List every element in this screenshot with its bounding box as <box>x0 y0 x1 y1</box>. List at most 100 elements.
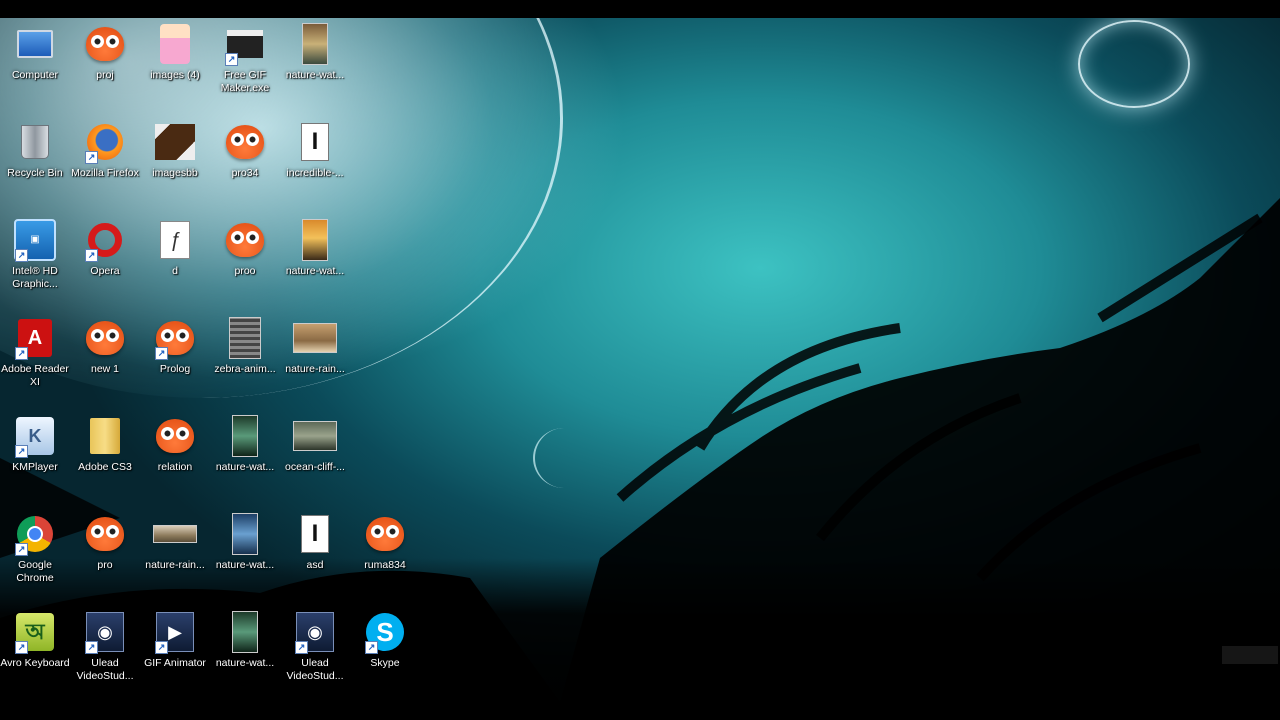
desktop-icon-label: nature-wat... <box>215 657 275 669</box>
shortcut-arrow-icon: ↗ <box>85 151 98 164</box>
desktop-icon-nature-rain-2[interactable]: nature-rain... <box>140 512 210 572</box>
shortcut-arrow-icon: ↗ <box>15 641 28 654</box>
desktop-icon-label: pro <box>97 559 113 571</box>
desktop-icon-ulead-videostudio-2[interactable]: ◉ ↗ Ulead VideoStud... <box>280 610 350 683</box>
desktop-icon-label: nature-wat... <box>215 559 275 571</box>
flash-file-icon: ƒ <box>160 221 190 259</box>
desktop-icon-label: Intel® HD Graphic... <box>12 265 58 290</box>
desktop-icon-intel-hd-graphics[interactable]: ▣ ↗ Intel® HD Graphic... <box>0 218 70 291</box>
desktop-icon-nature-wat-4[interactable]: nature-wat... <box>210 512 280 572</box>
desktop-icon-pro[interactable]: pro <box>70 512 140 572</box>
desktop-icon-label: Mozilla Firefox <box>71 167 139 179</box>
shortcut-arrow-icon: ↗ <box>15 543 28 556</box>
desktop-icon-label: nature-rain... <box>145 559 205 571</box>
desktop-icon-computer[interactable]: Computer <box>0 22 70 82</box>
desktop-icon-ulead-videostudio-1[interactable]: ◉ ↗ Ulead VideoStud... <box>70 610 140 683</box>
desktop-icon-relation[interactable]: relation <box>140 414 210 474</box>
owl-app-icon <box>156 419 194 453</box>
computer-icon <box>17 30 53 58</box>
desktop-icon-label: Prolog <box>159 363 191 375</box>
desktop-icon-label: nature-wat... <box>285 265 345 277</box>
desktop-icon-free-gif-maker[interactable]: ↗ Free GIF Maker.exe <box>210 22 280 95</box>
desktop-icon-label: pro34 <box>231 167 259 179</box>
desktop-icon-skype[interactable]: S ↗ Skype <box>350 610 420 670</box>
desktop-icon-label: nature-wat... <box>215 461 275 473</box>
desktop-icon-label: nature-wat... <box>285 69 345 81</box>
desktop-icon-imagesbb[interactable]: imagesbb <box>140 120 210 180</box>
desktop-icon-nature-wat-1[interactable]: nature-wat... <box>280 22 350 82</box>
desktop-icon-prolog[interactable]: ↗ Prolog <box>140 316 210 376</box>
desktop-icon-asd[interactable]: I asd <box>280 512 350 572</box>
desktop-icon-label: Ulead VideoStud... <box>286 657 344 682</box>
document-icon: I <box>301 515 329 553</box>
image-file-icon <box>153 525 197 543</box>
desktop-icon-avro-keyboard[interactable]: অ ↗ Avro Keyboard <box>0 610 70 670</box>
image-file-icon <box>232 513 258 555</box>
owl-app-icon <box>226 125 264 159</box>
corner-watermark <box>1222 646 1278 664</box>
desktop-icon-label: KMPlayer <box>12 461 58 473</box>
owl-app-icon <box>226 223 264 257</box>
folder-icon <box>90 418 120 454</box>
owl-app-icon <box>366 517 404 551</box>
desktop-icon-label: Free GIF Maker.exe <box>220 69 270 94</box>
desktop-icon-pro34[interactable]: pro34 <box>210 120 280 180</box>
desktop-icon-new-1[interactable]: new 1 <box>70 316 140 376</box>
desktop-icon-images-4[interactable]: images (4) <box>140 22 210 82</box>
desktop-icon-label: incredible-... <box>286 167 344 179</box>
desktop-icon-label: Adobe CS3 <box>78 461 132 473</box>
desktop-icon-incredible[interactable]: I incredible-... <box>280 120 350 180</box>
desktop-icon-kmplayer[interactable]: K ↗ KMPlayer <box>0 414 70 474</box>
desktop-icon-label: asd <box>306 559 324 571</box>
desktop-icon-label: imagesbb <box>152 167 198 179</box>
desktop-icon-ruma834[interactable]: ruma834 <box>350 512 420 572</box>
desktop-icon-label: proj <box>96 69 114 81</box>
desktop-icon-label: new 1 <box>90 363 120 375</box>
shortcut-arrow-icon: ↗ <box>155 347 168 360</box>
shortcut-arrow-icon: ↗ <box>15 347 28 360</box>
desktop-icon-adobe-reader[interactable]: A ↗ Adobe Reader XI <box>0 316 70 389</box>
image-file-icon <box>160 24 190 64</box>
desktop-icon-proj[interactable]: proj <box>70 22 140 82</box>
owl-app-icon <box>86 517 124 551</box>
desktop-icon-nature-wat-3[interactable]: nature-wat... <box>210 414 280 474</box>
desktop-icon-label: Google Chrome <box>16 559 54 584</box>
desktop-icon-nature-wat-2[interactable]: nature-wat... <box>280 218 350 278</box>
desktop-icon-recycle-bin[interactable]: Recycle Bin <box>0 120 70 180</box>
document-icon: I <box>301 123 329 161</box>
desktop-icon-label: Opera <box>90 265 120 277</box>
shortcut-arrow-icon: ↗ <box>295 641 308 654</box>
desktop-icon-opera[interactable]: ↗ Opera <box>70 218 140 278</box>
desktop-icon-label: d <box>172 265 178 277</box>
desktop-icon-gif-animator[interactable]: ▶ ↗ GIF Animator <box>140 610 210 670</box>
shortcut-arrow-icon: ↗ <box>85 641 98 654</box>
image-file-icon <box>155 124 195 160</box>
desktop-icon-nature-wat-5[interactable]: nature-wat... <box>210 610 280 670</box>
desktop-icon-label: images (4) <box>150 69 200 81</box>
letterbox-top <box>0 0 1280 18</box>
desktop-icon-label: zebra-anim... <box>214 363 276 375</box>
desktop-icon-label: Skype <box>370 657 400 669</box>
desktop-icon-adobe-cs3[interactable]: Adobe CS3 <box>70 414 140 474</box>
desktop-icon-ocean-cliff[interactable]: ocean-cliff-... <box>280 414 350 474</box>
shortcut-arrow-icon: ↗ <box>15 249 28 262</box>
desktop-icon-label: nature-rain... <box>285 363 345 375</box>
image-file-icon <box>302 219 328 261</box>
image-file-icon <box>232 415 258 457</box>
shortcut-arrow-icon: ↗ <box>225 53 238 66</box>
owl-app-icon <box>86 27 124 61</box>
desktop-icon-d[interactable]: ƒ d <box>140 218 210 278</box>
image-file-icon <box>293 323 337 353</box>
desktop-icon-google-chrome[interactable]: ↗ Google Chrome <box>0 512 70 585</box>
desktop-icon-zebra-anim[interactable]: zebra-anim... <box>210 316 280 376</box>
desktop-icon-label: Ulead VideoStud... <box>76 657 134 682</box>
desktop-icon-proo[interactable]: proo <box>210 218 280 278</box>
desktop-icon-nature-rain-1[interactable]: nature-rain... <box>280 316 350 376</box>
image-file-icon <box>293 421 337 451</box>
desktop-icon-label: proo <box>234 265 256 277</box>
image-file-icon <box>232 611 258 653</box>
image-file-icon <box>229 317 261 359</box>
desktop-icon-label: GIF Animator <box>144 657 206 669</box>
desktop-icon-label: Avro Keyboard <box>0 657 70 669</box>
desktop-icon-mozilla-firefox[interactable]: ↗ Mozilla Firefox <box>70 120 140 180</box>
